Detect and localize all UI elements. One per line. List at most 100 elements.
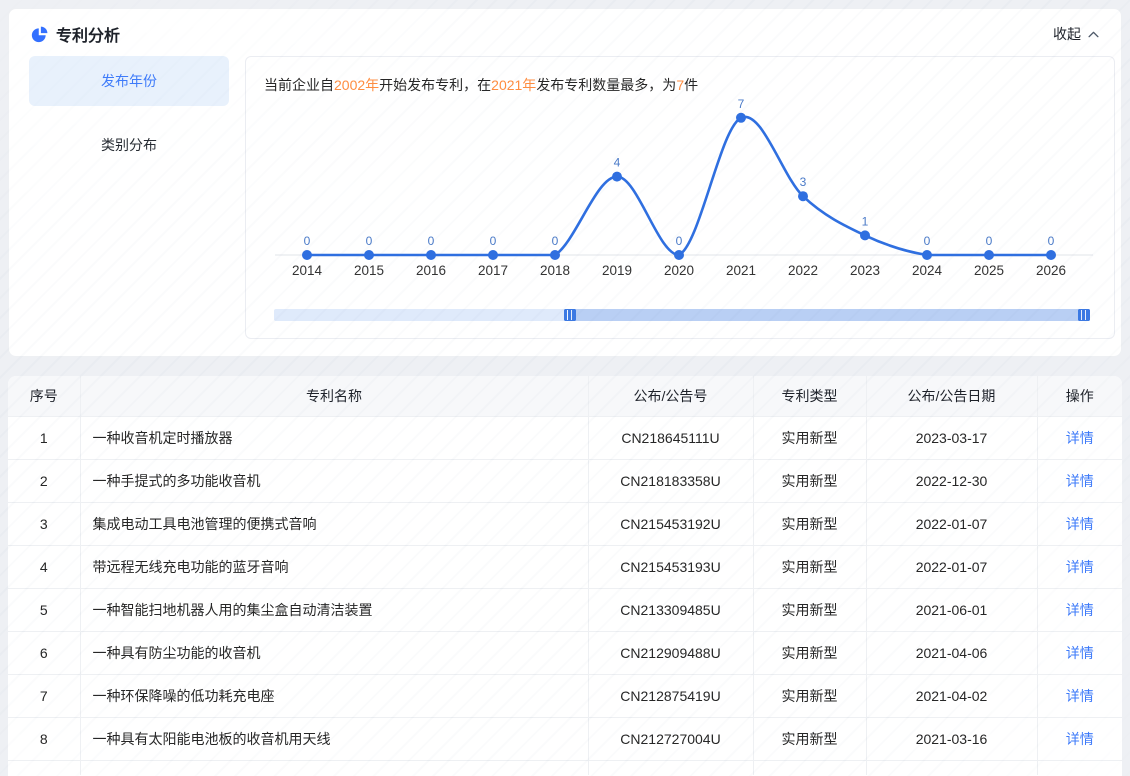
- detail-link[interactable]: 详情: [1066, 559, 1094, 575]
- index-cell: 3: [8, 502, 80, 545]
- point-value-label: 4: [614, 156, 621, 170]
- collapse-button[interactable]: 收起: [1053, 24, 1101, 44]
- x-axis-tick-label: 2016: [416, 263, 446, 278]
- name-cell: 一种手提式的多功能收音机: [80, 459, 588, 502]
- empty-cell: [588, 760, 753, 775]
- detail-link[interactable]: 详情: [1066, 473, 1094, 489]
- x-axis-tick-label: 2020: [664, 263, 694, 278]
- number-cell: CN215453192U: [588, 502, 753, 545]
- chart-datazoom-slider[interactable]: [274, 309, 1086, 321]
- point-value-label: 3: [800, 175, 807, 189]
- col-header-name: 专利名称: [80, 376, 588, 416]
- datazoom-track-unselected[interactable]: [274, 309, 570, 321]
- card-body: 发布年份 类别分布 当前企业自2002年开始发布专利，在2021年发布专利数量最…: [9, 52, 1121, 349]
- point-value-label: 1: [862, 214, 869, 228]
- date-cell: 2022-01-07: [866, 502, 1037, 545]
- summary-segment: 开始发布专利，在: [379, 77, 491, 93]
- data-point[interactable]: [426, 250, 436, 260]
- table-row: 5一种智能扫地机器人用的集尘盒自动清洁装置CN213309485U实用新型202…: [8, 588, 1122, 631]
- col-header-action: 操作: [1037, 376, 1122, 416]
- detail-link[interactable]: 详情: [1066, 602, 1094, 618]
- data-point[interactable]: [364, 250, 374, 260]
- x-axis-tick-label: 2014: [292, 263, 323, 278]
- data-point[interactable]: [736, 113, 746, 123]
- point-value-label: 0: [428, 234, 435, 248]
- name-cell: 带远程无线充电功能的蓝牙音响: [80, 545, 588, 588]
- x-axis-tick-label: 2021: [726, 263, 756, 278]
- detail-link[interactable]: 详情: [1066, 688, 1094, 704]
- detail-link[interactable]: 详情: [1066, 430, 1094, 446]
- data-point[interactable]: [1046, 250, 1056, 260]
- tab-publish-year[interactable]: 发布年份: [29, 56, 229, 106]
- number-cell: CN215453193U: [588, 545, 753, 588]
- data-point[interactable]: [674, 250, 684, 260]
- x-axis-tick-label: 2025: [974, 263, 1004, 278]
- data-point[interactable]: [550, 250, 560, 260]
- empty-cell: [753, 760, 866, 775]
- chevron-up-icon: [1088, 31, 1099, 38]
- action-cell: 详情: [1037, 502, 1122, 545]
- table-header-row: 序号 专利名称 公布/公告号 专利类型 公布/公告日期 操作: [8, 376, 1122, 416]
- index-cell: 2: [8, 459, 80, 502]
- side-tabs: 发布年份 类别分布: [23, 56, 245, 339]
- name-cell: 集成电动工具电池管理的便携式音响: [80, 502, 588, 545]
- type-cell: 实用新型: [753, 459, 866, 502]
- data-point[interactable]: [922, 250, 932, 260]
- type-cell: 实用新型: [753, 631, 866, 674]
- detail-link[interactable]: 详情: [1066, 731, 1094, 747]
- point-value-label: 7: [738, 97, 745, 111]
- datazoom-track-selected[interactable]: [570, 309, 1086, 321]
- data-point[interactable]: [488, 250, 498, 260]
- datazoom-right-handle[interactable]: [1078, 309, 1090, 321]
- col-header-date: 公布/公告日期: [866, 376, 1037, 416]
- index-cell: 5: [8, 588, 80, 631]
- x-axis-tick-label: 2017: [478, 263, 508, 278]
- empty-cell: [80, 760, 588, 775]
- detail-link[interactable]: 详情: [1066, 516, 1094, 532]
- action-cell: 详情: [1037, 459, 1122, 502]
- point-value-label: 0: [924, 234, 931, 248]
- publish-year-line-chart[interactable]: 0201402015020160201702018420190202072021…: [247, 95, 1113, 307]
- collapse-label: 收起: [1053, 24, 1081, 44]
- type-cell: 实用新型: [753, 717, 866, 760]
- point-value-label: 0: [1048, 234, 1055, 248]
- point-value-label: 0: [986, 234, 993, 248]
- index-cell: 7: [8, 674, 80, 717]
- date-cell: 2021-04-02: [866, 674, 1037, 717]
- patent-table: 序号 专利名称 公布/公告号 专利类型 公布/公告日期 操作 1一种收音机定时播…: [8, 376, 1122, 775]
- col-header-type: 专利类型: [753, 376, 866, 416]
- x-axis-tick-label: 2023: [850, 263, 880, 278]
- data-point[interactable]: [798, 191, 808, 201]
- name-cell: 一种收音机定时播放器: [80, 416, 588, 459]
- table-row: 2一种手提式的多功能收音机CN218183358U实用新型2022-12-30详…: [8, 459, 1122, 502]
- x-axis-tick-label: 2018: [540, 263, 570, 278]
- data-point[interactable]: [860, 230, 870, 240]
- summary-start-year: 2002年: [334, 77, 379, 93]
- type-cell: 实用新型: [753, 416, 866, 459]
- table-row: 4带远程无线充电功能的蓝牙音响CN215453193U实用新型2022-01-0…: [8, 545, 1122, 588]
- number-cell: CN218183358U: [588, 459, 753, 502]
- datazoom-left-handle[interactable]: [564, 309, 576, 321]
- chart-panel: 当前企业自2002年开始发布专利，在2021年发布专利数量最多，为7件 0201…: [245, 56, 1115, 339]
- action-cell: 详情: [1037, 588, 1122, 631]
- data-point[interactable]: [984, 250, 994, 260]
- name-cell: 一种具有防尘功能的收音机: [80, 631, 588, 674]
- summary-peak-year: 2021年: [491, 77, 536, 93]
- number-cell: CN213309485U: [588, 588, 753, 631]
- x-axis-tick-label: 2024: [912, 263, 943, 278]
- date-cell: 2021-06-01: [866, 588, 1037, 631]
- number-cell: CN212909488U: [588, 631, 753, 674]
- type-cell: 实用新型: [753, 588, 866, 631]
- point-value-label: 0: [552, 234, 559, 248]
- date-cell: 2023-03-17: [866, 416, 1037, 459]
- table-row: 1一种收音机定时播放器CN218645111U实用新型2023-03-17详情: [8, 416, 1122, 459]
- table-row: 7一种环保降噪的低功耗充电座CN212875419U实用新型2021-04-02…: [8, 674, 1122, 717]
- data-point[interactable]: [302, 250, 312, 260]
- index-cell: 8: [8, 717, 80, 760]
- detail-link[interactable]: 详情: [1066, 645, 1094, 661]
- chart-wrap: 0201402015020160201702018420190202072021…: [246, 95, 1114, 307]
- point-value-label: 0: [366, 234, 373, 248]
- table-row: 3集成电动工具电池管理的便携式音响CN215453192U实用新型2022-01…: [8, 502, 1122, 545]
- data-point[interactable]: [612, 172, 622, 182]
- tab-category-distribution[interactable]: 类别分布: [29, 120, 229, 170]
